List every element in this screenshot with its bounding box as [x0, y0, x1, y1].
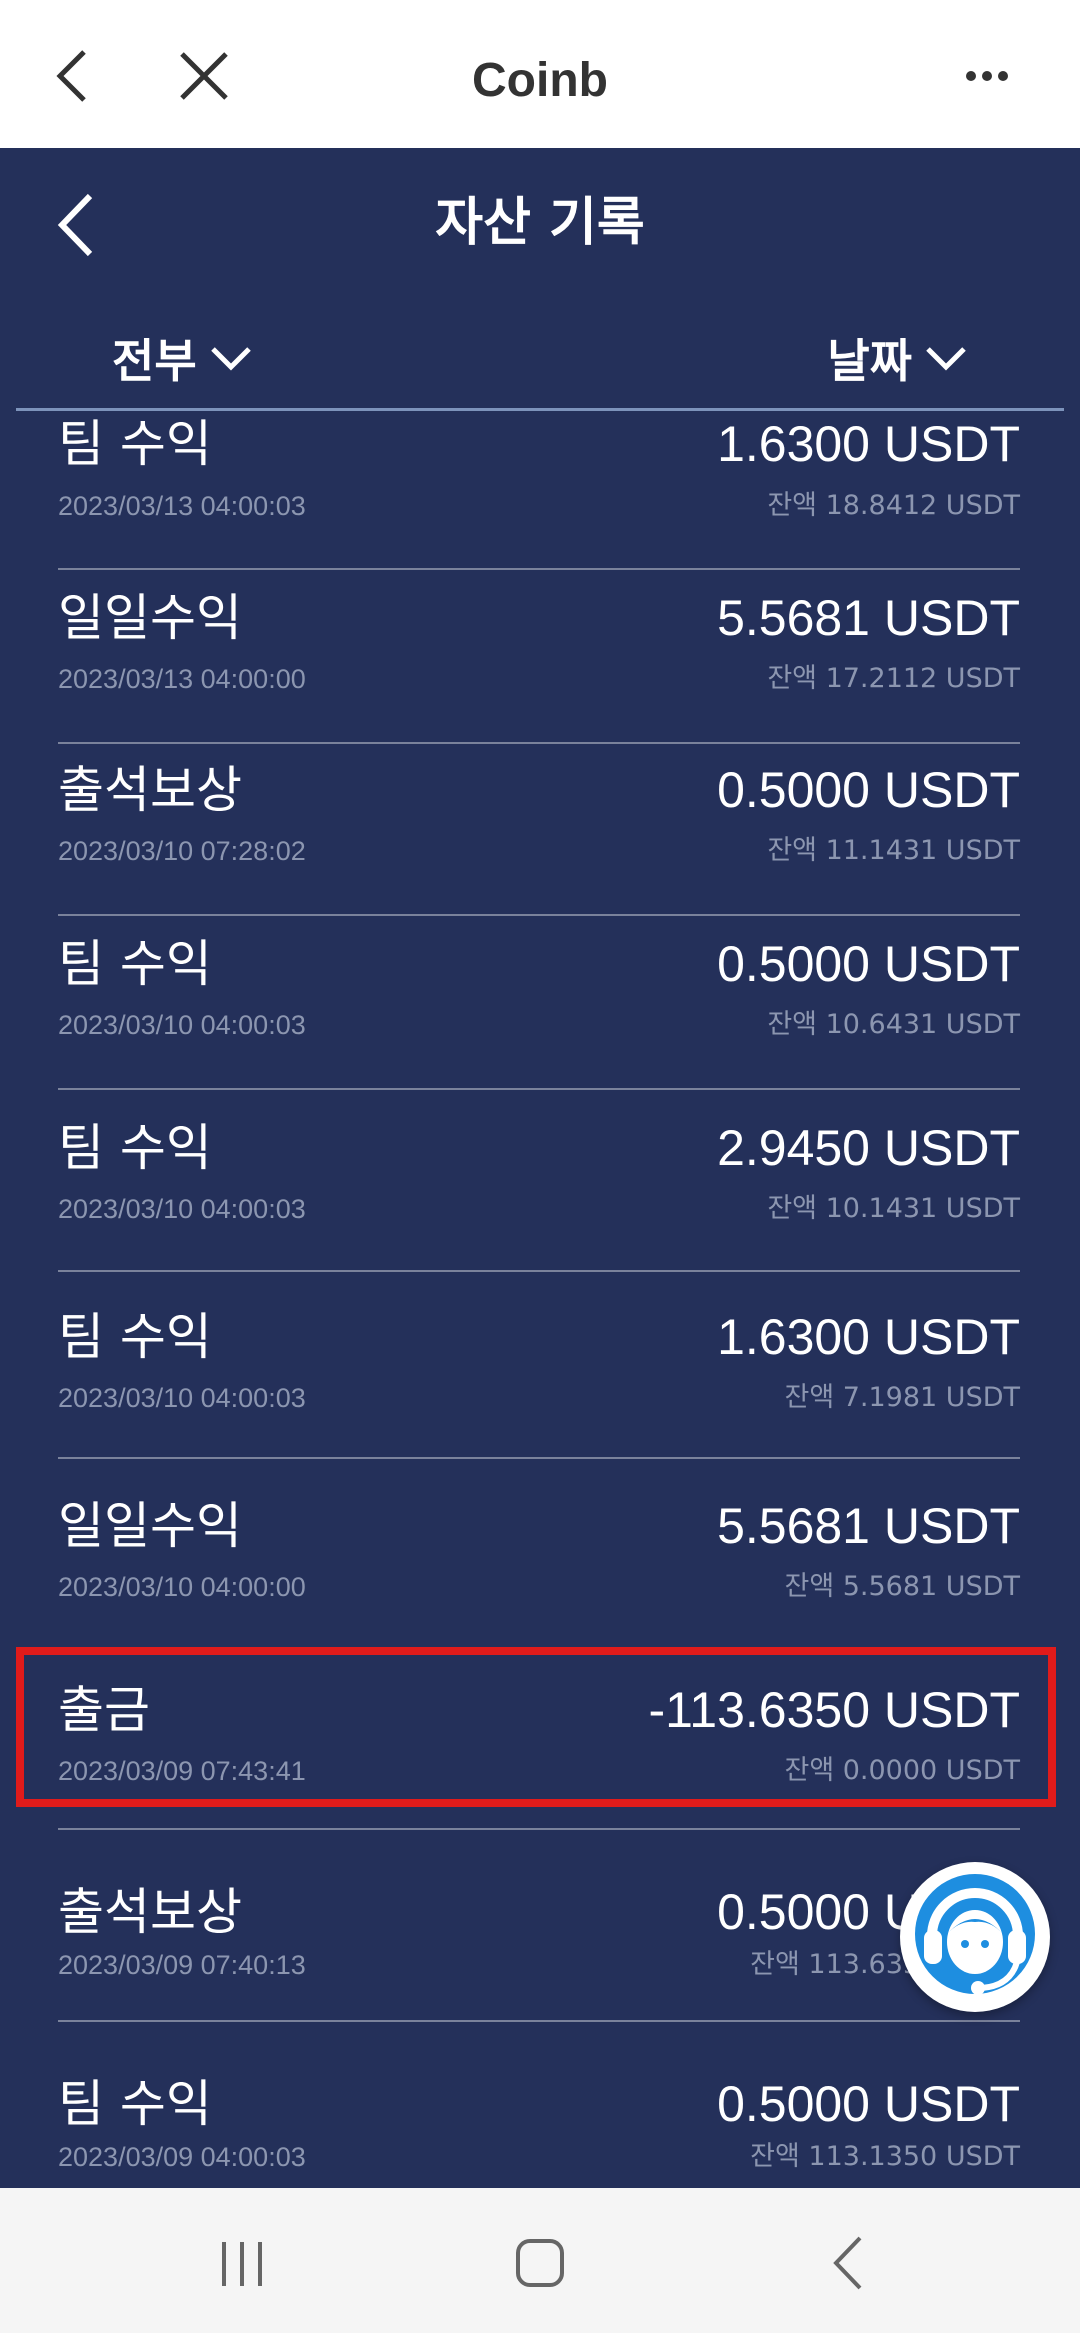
record-row[interactable]: 팀 수익 0.5000 USDT 2023/03/10 04:00:03 잔액 …: [58, 934, 1020, 1090]
record-type: 팀 수익: [58, 415, 212, 473]
page-title: 자산 기록: [435, 193, 645, 253]
chevron-down-icon: [210, 347, 251, 371]
type-filter-dropdown[interactable]: 전부: [112, 328, 253, 388]
record-datetime: 2023/03/09 07:40:13: [58, 1950, 306, 1980]
record-balance: 잔액 17.2112 USDT: [767, 663, 1020, 694]
record-amount: 0.5000 USDT: [717, 2076, 1020, 2132]
record-row[interactable]: 일일수익 5.5681 USDT 2023/03/13 04:00:00 잔액 …: [58, 588, 1020, 744]
record-type: 출석보상: [58, 1883, 242, 1941]
record-type: 팀 수익: [58, 1308, 212, 1366]
record-balance: 잔액 10.6431 USDT: [767, 1009, 1020, 1040]
record-datetime: 2023/03/10 04:00:03: [58, 1010, 306, 1040]
sort-filter-dropdown[interactable]: 날짜: [827, 328, 968, 388]
record-type: 팀 수익: [58, 935, 212, 993]
record-amount: 0.5000 USDT: [717, 762, 1020, 818]
record-balance: 잔액 10.1431 USDT: [767, 1193, 1020, 1224]
record-row[interactable]: 팀 수익 0.5000 USDT 2023/03/09 04:00:03 잔액 …: [58, 2074, 1020, 2190]
record-type: 일일수익: [58, 1497, 242, 1555]
chevron-down-icon: [926, 347, 966, 371]
record-amount: 2.9450 USDT: [717, 1120, 1020, 1176]
highlight-box: [16, 1647, 1056, 1807]
recent-apps-icon[interactable]: [202, 2228, 282, 2298]
record-type: 출석보상: [58, 761, 242, 819]
record-datetime: 2023/03/09 04:00:03: [58, 2142, 306, 2172]
system-nav-bar: [0, 2188, 1080, 2333]
customer-support-button[interactable]: [900, 1862, 1050, 2012]
app-header: 자산 기록: [0, 148, 1080, 298]
browser-toolbar: Coinb: [0, 0, 1080, 148]
record-balance: 잔액 11.1431 USDT: [767, 835, 1020, 866]
record-row[interactable]: 팀 수익 1.6300 USDT 2023/03/13 04:00:03 잔액 …: [58, 414, 1020, 570]
record-datetime: 2023/03/10 07:28:02: [58, 836, 306, 866]
record-datetime: 2023/03/10 04:00:03: [58, 1383, 306, 1413]
browser-title: Coinb: [472, 54, 608, 107]
home-icon[interactable]: [500, 2228, 580, 2298]
record-balance: 잔액 113.1350 USDT: [750, 2141, 1020, 2172]
record-balance: 잔액 7.1981 USDT: [784, 1382, 1020, 1413]
record-row[interactable]: 일일수익 5.5681 USDT 2023/03/10 04:00:00 잔액 …: [58, 1496, 1020, 1650]
record-row[interactable]: 팀 수익 2.9450 USDT 2023/03/10 04:00:03 잔액 …: [58, 1118, 1020, 1272]
filter-bar: 전부 날짜: [16, 300, 1064, 411]
record-type: 팀 수익: [58, 2075, 212, 2133]
type-filter-label: 전부: [112, 334, 197, 388]
record-amount: 5.5681 USDT: [717, 590, 1020, 646]
record-row[interactable]: 출석보상 0.5000 USDT 2023/03/09 07:40:13 잔액 …: [58, 1882, 1020, 2022]
record-type: 팀 수익: [58, 1119, 212, 1177]
record-amount: 1.6300 USDT: [717, 416, 1020, 472]
record-datetime: 2023/03/13 04:00:03: [58, 491, 306, 521]
record-row[interactable]: 팀 수익 1.6300 USDT 2023/03/10 04:00:03 잔액 …: [58, 1307, 1020, 1459]
row-divider: [58, 1828, 1020, 1830]
record-datetime: 2023/03/10 04:00:03: [58, 1194, 306, 1224]
back-button[interactable]: [50, 190, 110, 260]
more-icon[interactable]: [955, 44, 1019, 108]
sort-filter-label: 날짜: [827, 334, 912, 388]
record-type: 일일수익: [58, 589, 242, 647]
record-balance: 잔액 18.8412 USDT: [767, 490, 1020, 521]
record-amount: 5.5681 USDT: [717, 1498, 1020, 1554]
record-amount: 0.5000 USDT: [717, 936, 1020, 992]
record-amount: 1.6300 USDT: [717, 1309, 1020, 1365]
record-datetime: 2023/03/13 04:00:00: [58, 664, 306, 694]
record-balance: 잔액 5.5681 USDT: [784, 1571, 1020, 1602]
headset-icon: [915, 1874, 1035, 1995]
record-datetime: 2023/03/10 04:00:00: [58, 1572, 306, 1602]
record-row[interactable]: 출석보상 0.5000 USDT 2023/03/10 07:28:02 잔액 …: [58, 760, 1020, 916]
system-back-icon[interactable]: [808, 2228, 888, 2298]
